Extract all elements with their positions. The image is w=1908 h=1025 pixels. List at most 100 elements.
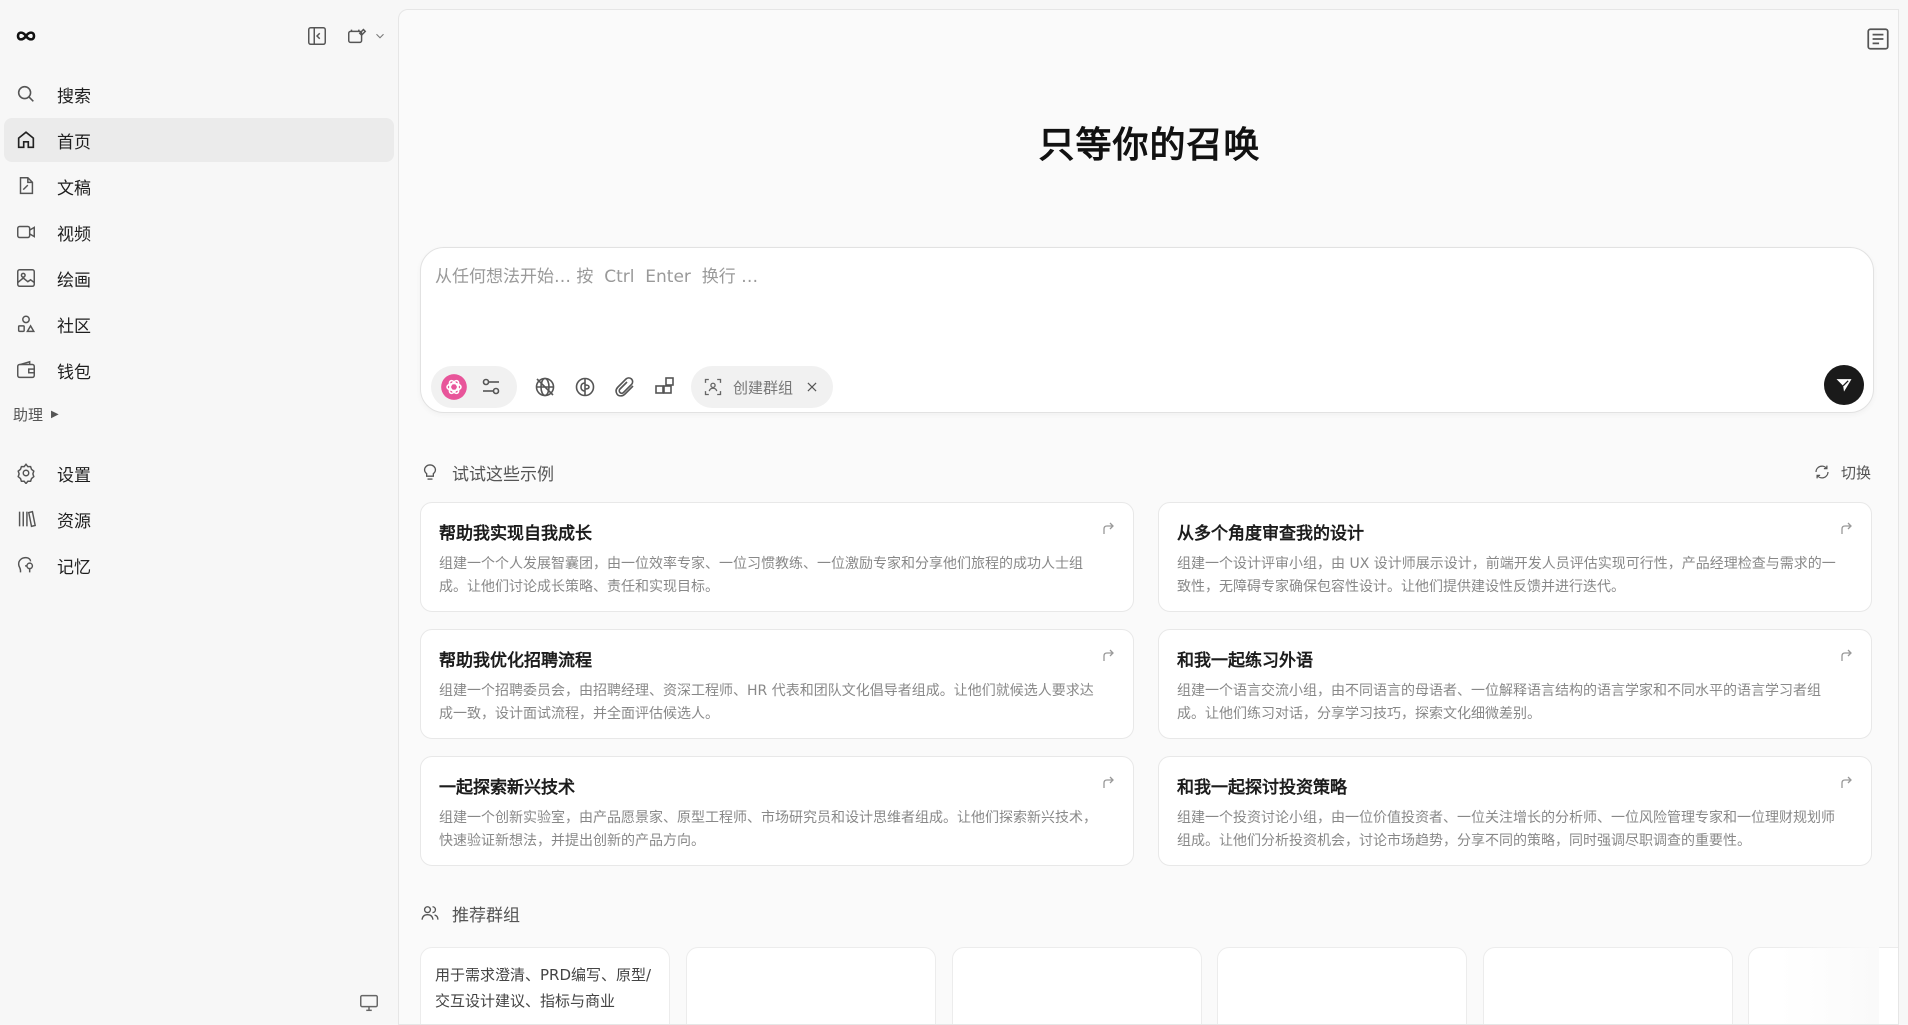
examples-heading: 试试这些示例 <box>420 457 554 487</box>
sidebar-item-resources[interactable]: 资源 <box>4 497 394 541</box>
scrollbar[interactable] <box>1898 10 1899 1025</box>
switch-label: 切换 <box>1841 463 1872 482</box>
create-group-chip[interactable]: 创建群组 <box>691 366 834 408</box>
gear-icon <box>14 461 38 485</box>
example-card[interactable]: 和我一起探讨投资策略 组建一个投资讨论小组，由一位价值投资者、一位关注增长的分析… <box>1158 756 1872 866</box>
parameters-button[interactable] <box>471 367 511 407</box>
sidebar-item-label: 绘画 <box>57 270 91 291</box>
sidebar-item-label: 视频 <box>57 224 91 245</box>
memory-icon <box>14 553 38 577</box>
send-button[interactable] <box>1824 365 1864 405</box>
card-title: 从多个角度审查我的设计 <box>1177 524 1364 544</box>
card-description: 组建一个创新实验室，由产品愿景家、原型工程师、市场研究员和设计思维者组成。让他们… <box>439 810 1097 849</box>
arrow-up-right-icon <box>1103 522 1114 534</box>
group-description <box>1218 948 1466 976</box>
send-icon <box>1836 379 1852 392</box>
groups-heading-label: 推荐群组 <box>452 905 520 926</box>
logo-icon[interactable] <box>12 24 40 48</box>
model-settings-pill <box>431 366 517 408</box>
sidebar-item-label: 搜索 <box>57 86 91 107</box>
library-icon <box>14 507 38 531</box>
example-card[interactable]: 和我一起练习外语 组建一个语言交流小组，由不同语言的母语者、一位解释语言结构的语… <box>1158 629 1872 739</box>
prompt-input[interactable] <box>435 262 1835 332</box>
video-icon <box>14 220 38 244</box>
group-card[interactable]: 用于需求澄清、PRD编写、原型/交互设计建议、指标与商业 <box>420 947 670 1024</box>
group-card[interactable] <box>686 947 936 1024</box>
assistant-section-toggle[interactable]: 助理 ▶ <box>4 394 394 434</box>
card-description: 组建一个招聘委员会，由招聘经理、资深工程师、HR 代表和团队文化倡导者组成。让他… <box>439 683 1094 722</box>
panel-toggle-icon[interactable] <box>1865 26 1891 52</box>
sidebar-toggle-icon <box>308 27 326 45</box>
group-description: 用于需求澄清、PRD编写、原型/交互设计建议、指标与商业 <box>435 966 652 1010</box>
card-title: 帮助我实现自我成长 <box>439 524 592 544</box>
sidebar-item-home[interactable]: 首页 <box>4 118 394 162</box>
group-description <box>1484 948 1732 976</box>
group-card[interactable] <box>1217 947 1467 1024</box>
wallet-icon <box>14 358 38 382</box>
sidebar-item-wallet[interactable]: 钱包 <box>4 348 394 392</box>
plugins-button[interactable] <box>645 367 685 407</box>
sidebar-item-documents[interactable]: 文稿 <box>4 164 394 208</box>
main-nav: 搜索 首页 文稿 视频 绘画 社区 钱包 助理 ▶ <box>4 72 394 434</box>
group-description <box>953 948 1201 976</box>
card-title: 和我一起练习外语 <box>1177 651 1313 671</box>
sidebar-item-label: 文稿 <box>57 178 91 199</box>
example-card[interactable]: 帮助我优化招聘流程 组建一个招聘委员会，由招聘经理、资深工程师、HR 代表和团队… <box>420 629 1134 739</box>
arrow-up-right-icon <box>1841 649 1852 661</box>
scrollbar-thumb[interactable] <box>1898 70 1899 782</box>
card-title: 帮助我优化招聘流程 <box>439 651 592 671</box>
close-icon[interactable] <box>805 380 819 394</box>
new-chat-dropdown[interactable] <box>368 21 392 51</box>
scroll-fade <box>1779 947 1879 1024</box>
users-icon <box>421 906 439 920</box>
apps-icon <box>655 377 674 394</box>
sidebar-item-settings[interactable]: 设置 <box>4 451 394 495</box>
example-card[interactable]: 帮助我实现自我成长 组建一个个人发展智囊团，由一位效率专家、一位习惯教练、一位激… <box>420 502 1134 612</box>
model-icon <box>441 374 467 400</box>
card-description: 组建一个设计评审小组，由 UX 设计师展示设计，前端开发人员评估实现可行性，产品… <box>1177 556 1836 595</box>
composer-toolbar: 创建群组 <box>431 366 834 408</box>
refresh-icon <box>1815 465 1829 479</box>
monitor-icon[interactable] <box>358 992 380 1014</box>
recommended-groups: 用于需求澄清、PRD编写、原型/交互设计建议、指标与商业 <box>420 947 1898 1024</box>
globe-off-icon <box>535 377 555 397</box>
card-title: 一起探索新兴技术 <box>439 778 575 798</box>
create-group-label: 创建群组 <box>733 378 794 397</box>
search-icon <box>14 82 38 106</box>
examples-heading-label: 试试这些示例 <box>452 464 554 485</box>
arrow-up-right-icon <box>1841 522 1852 534</box>
brain-icon <box>575 377 595 397</box>
example-card[interactable]: 一起探索新兴技术 组建一个创新实验室，由产品愿景家、原型工程师、市场研究员和设计… <box>420 756 1134 866</box>
document-icon <box>14 174 38 198</box>
reasoning-toggle[interactable] <box>565 367 605 407</box>
model-selector-button[interactable] <box>437 370 471 404</box>
sidebar-item-label: 社区 <box>57 316 91 337</box>
sidebar: 搜索 首页 文稿 视频 绘画 社区 钱包 助理 ▶ 设置 资源 记忆 <box>0 0 398 1025</box>
sidebar-item-drawing[interactable]: 绘画 <box>4 256 394 300</box>
group-description <box>687 948 935 976</box>
sidebar-header <box>0 16 398 56</box>
sidebar-item-community[interactable]: 社区 <box>4 302 394 346</box>
group-card[interactable] <box>952 947 1202 1024</box>
example-card[interactable]: 从多个角度审查我的设计 组建一个设计评审小组，由 UX 设计师展示设计，前端开发… <box>1158 502 1872 612</box>
section-label: 助理 <box>13 405 44 424</box>
main-panel: 只等你的召唤 从任何想法开始… 按 Ctrl Enter 换行 … 创建群组 试… <box>398 9 1899 1025</box>
arrow-up-right-icon <box>1841 776 1852 788</box>
card-description: 组建一个投资讨论小组，由一位价值投资者、一位关注增长的分析师、一位风险管理专家和… <box>1177 810 1835 849</box>
new-chat-icon <box>348 28 367 44</box>
lightbulb-icon <box>423 464 437 480</box>
sidebar-item-video[interactable]: 视频 <box>4 210 394 254</box>
community-icon <box>14 312 38 336</box>
secondary-nav: 设置 资源 记忆 <box>4 451 394 589</box>
sidebar-item-memory[interactable]: 记忆 <box>4 543 394 587</box>
sidebar-item-search[interactable]: 搜索 <box>4 72 394 116</box>
group-card[interactable] <box>1483 947 1733 1024</box>
sidebar-item-label: 钱包 <box>57 362 91 383</box>
chevron-down-icon <box>376 33 384 39</box>
image-icon <box>14 266 38 290</box>
sliders-icon <box>482 378 500 395</box>
attach-file-button[interactable] <box>605 367 645 407</box>
switch-examples-button[interactable]: 切换 <box>1813 457 1871 487</box>
collapse-sidebar-button[interactable] <box>302 21 332 51</box>
web-search-toggle[interactable] <box>525 367 565 407</box>
